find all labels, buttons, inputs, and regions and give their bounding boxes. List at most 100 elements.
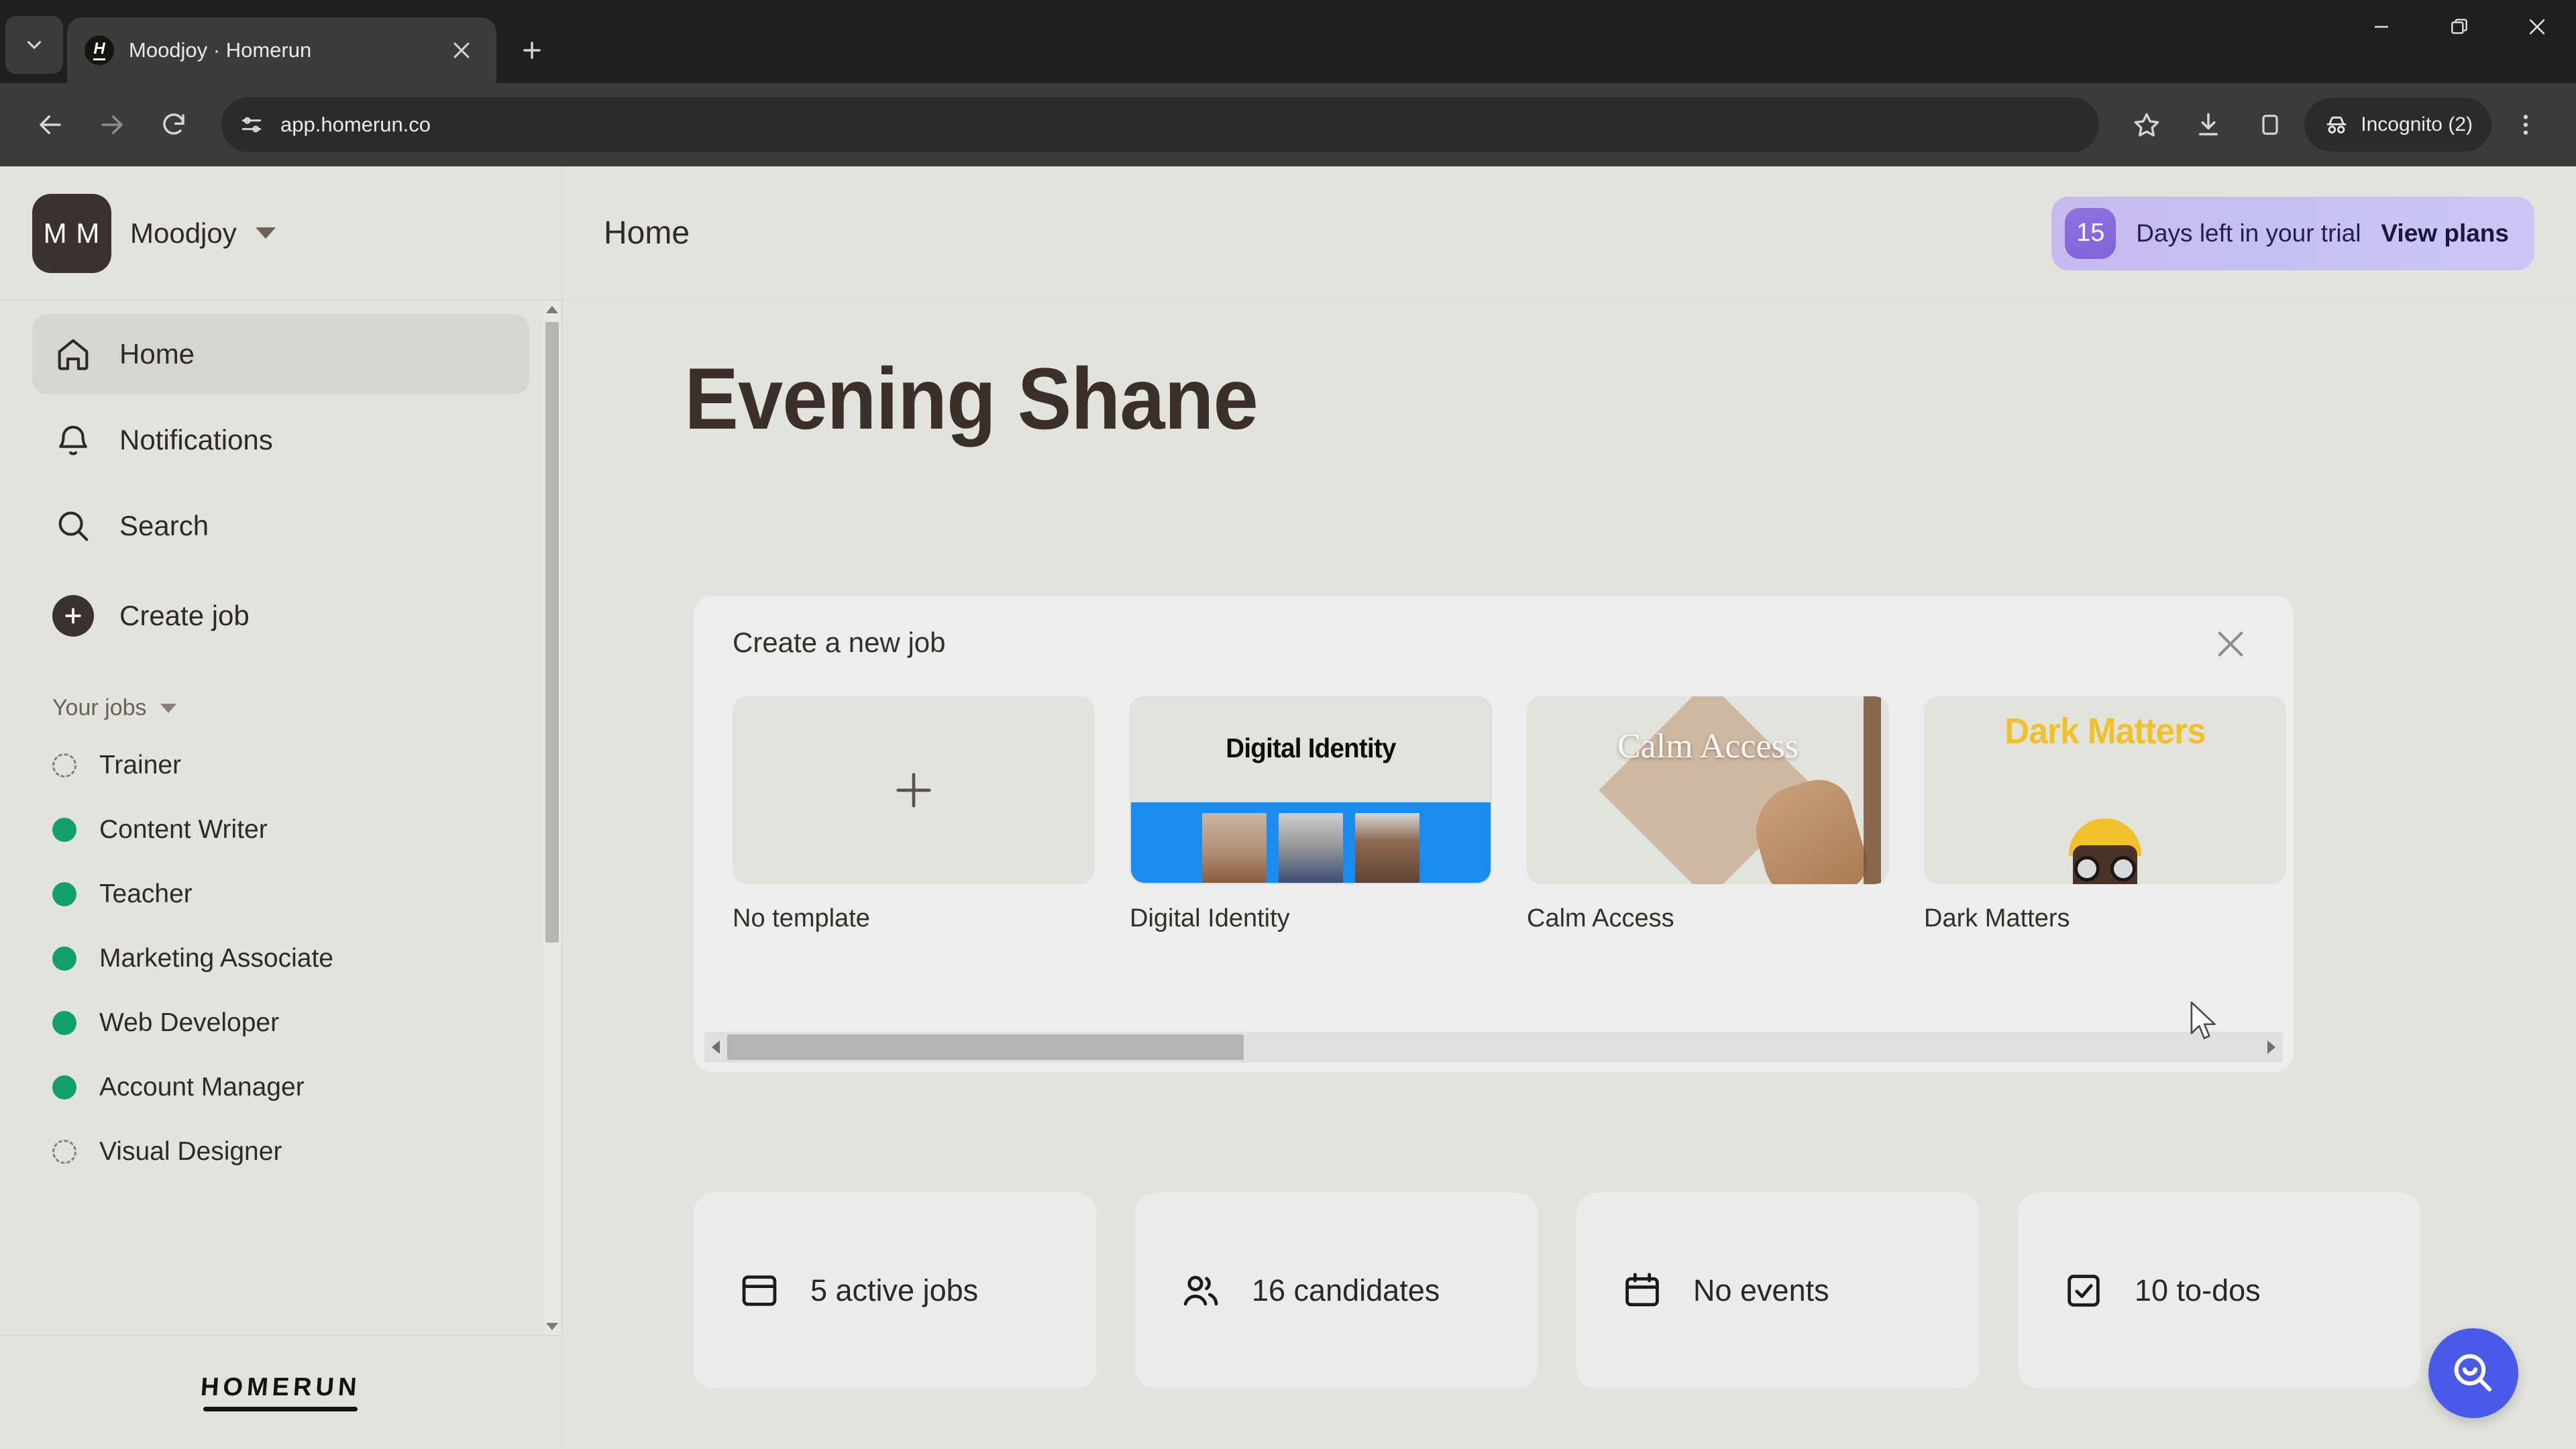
status-dot-draft	[52, 753, 76, 777]
scrollbar-track[interactable]	[727, 1032, 2260, 1063]
sidebar-item-search[interactable]: Search	[32, 486, 529, 566]
tab-title: Moodjoy · Homerun	[129, 38, 312, 62]
url-text: app.homerun.co	[280, 113, 431, 136]
sidebar-job-item[interactable]: Web Developer	[0, 991, 561, 1055]
close-icon	[2218, 631, 2243, 657]
scroll-left-button[interactable]	[704, 1032, 727, 1063]
template-carousel[interactable]: No template Digital Identity Digital Ide…	[694, 668, 2294, 933]
decorative-glasses	[2110, 856, 2136, 881]
template-horizontal-scrollbar[interactable]	[704, 1032, 2283, 1063]
scroll-right-button[interactable]	[2260, 1032, 2283, 1063]
scrollbar-thumb[interactable]	[727, 1034, 1244, 1060]
status-dot-live	[52, 818, 76, 842]
search-smile-icon	[2454, 1354, 2492, 1392]
tab-search-button[interactable]	[5, 16, 63, 74]
bookmark-button[interactable]	[2119, 97, 2174, 152]
photo-thumb	[1202, 813, 1267, 883]
sidebar-job-item[interactable]: Content Writer	[0, 798, 561, 862]
sidebar-scrollbar[interactable]	[543, 301, 561, 1335]
home-icon	[52, 333, 94, 375]
search-icon	[52, 505, 94, 547]
stat-card-active-jobs[interactable]: 5 active jobs	[694, 1193, 1096, 1389]
job-label: Web Developer	[99, 1008, 280, 1037]
stats-row: 5 active jobs 16 candidates No events 10…	[694, 1193, 2420, 1389]
stat-label: 16 candidates	[1252, 1273, 1440, 1307]
sidebar-job-item[interactable]: Visual Designer	[0, 1120, 561, 1184]
your-jobs-label: Your jobs	[52, 695, 147, 720]
status-dot-draft	[52, 1140, 76, 1164]
stat-card-todos[interactable]: 10 to-dos	[2018, 1193, 2420, 1389]
calendar-icon	[1619, 1268, 1665, 1313]
window-controls	[2343, 0, 2576, 83]
side-panel-button[interactable]	[2243, 97, 2298, 152]
scrollbar-thumb[interactable]	[545, 322, 559, 943]
incognito-hat-icon	[2327, 116, 2347, 133]
sidebar-job-item[interactable]: Marketing Associate	[0, 926, 561, 991]
trial-banner[interactable]: 15 Days left in your trial View plans	[2051, 196, 2534, 270]
sidebar-job-item[interactable]: Teacher	[0, 862, 561, 926]
org-switcher[interactable]: M M Moodjoy	[0, 166, 561, 301]
status-dot-live	[52, 1075, 76, 1099]
minimize-button[interactable]	[2343, 0, 2420, 54]
reload-button[interactable]	[146, 97, 201, 152]
template-card-no-template[interactable]: No template	[733, 696, 1095, 933]
status-dot-live	[52, 1011, 76, 1035]
scroll-up-button[interactable]	[543, 301, 561, 318]
close-panel-button[interactable]	[2206, 620, 2255, 668]
triangle-down-icon	[546, 1322, 558, 1330]
triangle-left-icon	[712, 1040, 720, 1054]
homerun-favicon: H	[85, 36, 114, 65]
search-fab-button[interactable]	[2428, 1328, 2518, 1418]
address-bar[interactable]: app.homerun.co	[221, 97, 2100, 152]
main-area: Home 15 Days left in your trial View pla…	[562, 166, 2576, 1449]
sidebar-item-notifications[interactable]: Notifications	[32, 400, 529, 480]
template-thumbnail	[733, 696, 1095, 884]
browser-window: H Moodjoy · Homerun app.homerun.co Incog…	[0, 0, 2576, 1449]
template-card-digital-identity[interactable]: Digital Identity Digital Identity	[1130, 696, 1492, 933]
template-caption: Calm Access	[1527, 904, 1674, 932]
close-tab-button[interactable]	[444, 33, 479, 68]
scroll-down-button[interactable]	[543, 1318, 561, 1335]
greeting-heading: Evening Shane	[684, 350, 1258, 447]
jobs-board-icon	[737, 1268, 782, 1313]
status-dot-live	[52, 882, 76, 906]
decorative-bar	[1864, 696, 1881, 884]
job-label: Trainer	[99, 751, 182, 780]
stat-card-candidates[interactable]: 16 candidates	[1135, 1193, 1538, 1389]
page-content: Evening Shane Create a new job No templa…	[562, 301, 2576, 1449]
template-card-dark-matters[interactable]: Dark Matters Dark Matters	[1924, 696, 2286, 933]
template-card-calm-access[interactable]: Calm Access Calm Access	[1527, 696, 1889, 933]
org-name: Moodjoy	[130, 217, 237, 249]
sidebar-job-item[interactable]: Account Manager	[0, 1055, 561, 1120]
browser-menu-button[interactable]	[2498, 97, 2553, 152]
chevron-down-icon	[27, 41, 42, 49]
maximize-button[interactable]	[2420, 0, 2498, 54]
forward-arrow-icon	[101, 115, 123, 134]
create-job-button[interactable]: Create job	[32, 576, 529, 656]
view-plans-link[interactable]: View plans	[2381, 219, 2509, 248]
close-window-button[interactable]	[2498, 0, 2576, 54]
stat-card-events[interactable]: No events	[1576, 1193, 1979, 1389]
sidebar-scroll-area: Home Notifications Search Create job You…	[0, 301, 561, 1335]
your-jobs-header[interactable]: Your jobs	[0, 656, 561, 733]
panel-header: Create a new job	[694, 627, 2294, 668]
browser-tab[interactable]: H Moodjoy · Homerun	[67, 17, 496, 83]
sidebar: M M Moodjoy Home Notifications Search Cr…	[0, 166, 562, 1449]
template-caption: No template	[733, 904, 870, 932]
incognito-label: Incognito (2)	[2361, 113, 2473, 136]
window-close-icon	[2529, 19, 2545, 35]
chevron-down-icon	[255, 227, 276, 239]
photo-thumb	[1279, 813, 1343, 883]
back-button[interactable]	[23, 97, 78, 152]
downloads-button[interactable]	[2181, 97, 2236, 152]
page-title: Home	[604, 215, 690, 251]
app-viewport: M M Moodjoy Home Notifications Search Cr…	[0, 166, 2576, 1449]
plus-icon	[52, 595, 94, 637]
new-tab-button[interactable]	[508, 27, 555, 74]
forward-button[interactable]	[85, 97, 140, 152]
sidebar-job-item[interactable]: Trainer	[0, 733, 561, 798]
decorative-avatar	[2063, 818, 2147, 884]
sidebar-item-home[interactable]: Home	[32, 314, 529, 394]
incognito-chip[interactable]: Incognito (2)	[2304, 98, 2491, 152]
homerun-logo[interactable]: HOMERUN	[200, 1373, 362, 1411]
